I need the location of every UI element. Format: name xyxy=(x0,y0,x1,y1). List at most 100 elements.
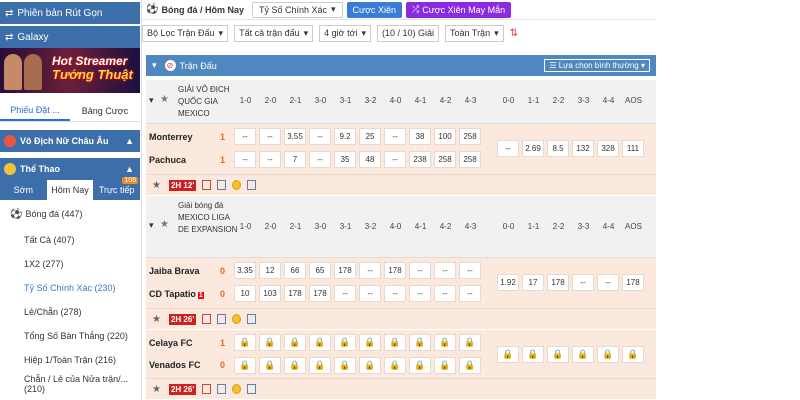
odds-cell[interactable]: 3.35 xyxy=(234,262,256,279)
collapse-icon[interactable]: ▾ xyxy=(152,60,157,71)
tab-live[interactable]: Trực tiếp 108 xyxy=(93,177,140,200)
odds-cell[interactable]: 238 xyxy=(409,151,431,168)
odds-cell[interactable]: 48 xyxy=(359,151,381,168)
odds-cell[interactable]: -- xyxy=(334,285,356,302)
locked-odds-cell[interactable]: 🔒 xyxy=(284,357,306,374)
odds-cell[interactable]: 7 xyxy=(284,151,306,168)
locked-odds-cell[interactable]: 🔒 xyxy=(309,334,331,351)
chevron-down-icon[interactable]: ▾ xyxy=(149,95,154,106)
locked-odds-cell[interactable]: 🔒 xyxy=(497,346,519,363)
compact-version-button[interactable]: ⇄ Phiên bản Rút Gọn xyxy=(0,2,140,24)
sort-select[interactable]: ☰ Lựa chọn bình thường ▾ xyxy=(544,59,650,72)
odds-cell[interactable]: 9.2 xyxy=(334,128,356,145)
menu-football[interactable]: ⚽ Bóng đá (447) xyxy=(0,202,140,226)
odds-cell[interactable]: -- xyxy=(384,285,406,302)
live-tv-icon[interactable] xyxy=(217,384,227,394)
odds-cell[interactable]: 111 xyxy=(622,140,644,157)
odds-cell[interactable]: 258 xyxy=(459,128,481,145)
live-tv-icon[interactable] xyxy=(217,314,227,324)
time-filter[interactable]: 4 giờ tới ▾ xyxy=(319,24,372,42)
odds-cell[interactable]: -- xyxy=(409,262,431,279)
locked-odds-cell[interactable]: 🔒 xyxy=(434,334,456,351)
odds-cell[interactable]: 178 xyxy=(547,274,569,291)
menu-ht-ft[interactable]: Hiệp 1/Toàn Trận (216) xyxy=(0,348,140,372)
odds-cell[interactable]: 103 xyxy=(259,285,281,302)
galaxy-button[interactable]: ⇄ Galaxy xyxy=(0,26,140,48)
coin-icon[interactable] xyxy=(232,180,242,190)
stats-icon[interactable] xyxy=(202,180,212,190)
odds-cell[interactable]: 178 xyxy=(309,285,331,302)
parlay-button[interactable]: Cược Xiên xyxy=(346,1,402,18)
sort-icon[interactable]: ⇅ xyxy=(510,28,518,39)
locked-odds-cell[interactable]: 🔒 xyxy=(384,357,406,374)
locked-odds-cell[interactable]: 🔒 xyxy=(622,346,644,363)
stats-icon[interactable] xyxy=(202,314,212,324)
menu-odd-even[interactable]: Lẻ/Chẵn (278) xyxy=(0,300,140,324)
locked-odds-cell[interactable]: 🔒 xyxy=(259,334,281,351)
odds-cell[interactable]: -- xyxy=(409,285,431,302)
odds-cell[interactable]: 35 xyxy=(334,151,356,168)
locked-odds-cell[interactable]: 🔒 xyxy=(234,357,256,374)
odds-cell[interactable]: -- xyxy=(259,151,281,168)
odds-cell[interactable]: -- xyxy=(359,285,381,302)
odds-cell[interactable]: -- xyxy=(434,285,456,302)
market-select[interactable]: Tỷ Số Chính Xác ▾ xyxy=(251,1,343,18)
star-icon[interactable]: ★ xyxy=(160,219,169,230)
locked-odds-cell[interactable]: 🔒 xyxy=(597,346,619,363)
league-count[interactable]: (10 / 10) Giải xyxy=(377,24,440,42)
odds-cell[interactable]: -- xyxy=(459,285,481,302)
odds-cell[interactable]: 2.69 xyxy=(522,140,544,157)
tab-early[interactable]: Sớm xyxy=(0,180,47,200)
odds-cell[interactable]: 8.5 xyxy=(547,140,569,157)
live-tv-icon[interactable] xyxy=(217,180,227,190)
odds-cell[interactable]: -- xyxy=(572,274,594,291)
odds-cell[interactable]: 258 xyxy=(459,151,481,168)
locked-odds-cell[interactable]: 🔒 xyxy=(359,334,381,351)
locked-odds-cell[interactable]: 🔒 xyxy=(522,346,544,363)
locked-odds-cell[interactable]: 🔒 xyxy=(259,357,281,374)
odds-cell[interactable]: 178 xyxy=(334,262,356,279)
section-women-euro[interactable]: Vô Địch Nữ Châu Âu ▲ xyxy=(0,130,140,152)
odds-cell[interactable]: -- xyxy=(234,151,256,168)
odds-cell[interactable]: -- xyxy=(459,262,481,279)
tab-today[interactable]: Hôm Nay xyxy=(46,180,94,200)
locked-odds-cell[interactable]: 🔒 xyxy=(434,357,456,374)
odds-cell[interactable]: 12 xyxy=(259,262,281,279)
locked-odds-cell[interactable]: 🔒 xyxy=(459,334,481,351)
match-filter[interactable]: Tất cả trận đấu ▾ xyxy=(234,24,314,42)
period-filter[interactable]: Toàn Trận ▾ xyxy=(445,24,504,42)
odds-cell[interactable]: 25 xyxy=(359,128,381,145)
star-icon[interactable]: ★ xyxy=(152,314,161,325)
odds-cell[interactable]: -- xyxy=(384,128,406,145)
odds-cell[interactable]: -- xyxy=(309,151,331,168)
menu-half-odd-even[interactable]: Chẵn / Lẻ của Nửa trận/... (210) xyxy=(0,372,140,396)
star-icon[interactable]: ★ xyxy=(152,384,161,395)
odds-cell[interactable]: -- xyxy=(309,128,331,145)
odds-cell[interactable]: 100 xyxy=(434,128,456,145)
locked-odds-cell[interactable]: 🔒 xyxy=(459,357,481,374)
locked-odds-cell[interactable]: 🔒 xyxy=(409,334,431,351)
locked-odds-cell[interactable]: 🔒 xyxy=(334,334,356,351)
odds-cell[interactable]: 66 xyxy=(284,262,306,279)
locked-odds-cell[interactable]: 🔒 xyxy=(547,346,569,363)
odds-cell[interactable]: 178 xyxy=(284,285,306,302)
locked-odds-cell[interactable]: 🔒 xyxy=(334,357,356,374)
odds-cell[interactable]: -- xyxy=(359,262,381,279)
section-sport[interactable]: Thể Thao ▲ xyxy=(0,158,140,180)
odds-cell[interactable]: 328 xyxy=(597,140,619,157)
menu-1x2[interactable]: 1X2 (277) xyxy=(0,252,140,276)
tab-bet-slip[interactable]: Phiếu Đặt ... xyxy=(0,100,70,121)
odds-cell[interactable]: -- xyxy=(384,151,406,168)
odds-cell[interactable]: 178 xyxy=(622,274,644,291)
odds-cell[interactable]: 132 xyxy=(572,140,594,157)
star-icon[interactable]: ★ xyxy=(160,94,169,105)
menu-all[interactable]: Tất Cả (407) xyxy=(0,228,140,252)
locked-odds-cell[interactable]: 🔒 xyxy=(409,357,431,374)
locked-odds-cell[interactable]: 🔒 xyxy=(284,334,306,351)
odds-cell[interactable]: 3.55 xyxy=(284,128,306,145)
coin-icon[interactable] xyxy=(232,314,242,324)
menu-total-goals[interactable]: Tổng Số Bàn Thắng (220) xyxy=(0,324,140,348)
odds-cell[interactable]: 10 xyxy=(234,285,256,302)
locked-odds-cell[interactable]: 🔒 xyxy=(359,357,381,374)
lucky-parlay-button[interactable]: ⤮ Cược Xiên May Mắn xyxy=(406,1,512,18)
